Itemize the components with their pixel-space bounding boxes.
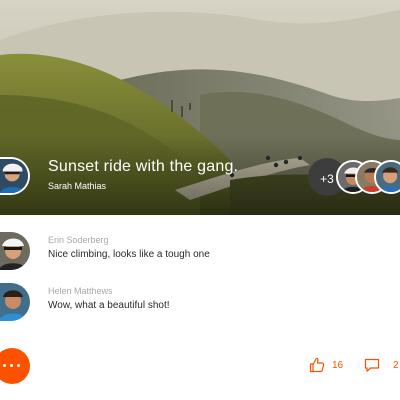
comments-count: 2 (393, 360, 399, 371)
post-author-name[interactable]: Sarah Mathias (48, 181, 106, 191)
more-actions-button[interactable] (0, 348, 30, 384)
comment-text: Wow, what a beautiful shot! (48, 300, 170, 311)
kudos-count: 16 (332, 360, 344, 371)
speech-bubble-icon (364, 358, 380, 372)
commenter-name[interactable]: Erin Soderberg (48, 235, 109, 245)
more-dots-icon (3, 364, 23, 368)
commenter-avatar[interactable] (0, 283, 30, 321)
participant-avatar[interactable] (374, 160, 400, 194)
commenter-name[interactable]: Helen Matthews (48, 286, 113, 296)
comment-text: Nice climbing, looks like a tough one (48, 249, 210, 260)
activity-post-card: Sunset ride with the gang. Sarah Mathias… (0, 0, 400, 400)
post-title[interactable]: Sunset ride with the gang. (48, 158, 238, 176)
commenter-avatar[interactable] (0, 232, 30, 270)
thumbs-up-icon (309, 357, 325, 373)
